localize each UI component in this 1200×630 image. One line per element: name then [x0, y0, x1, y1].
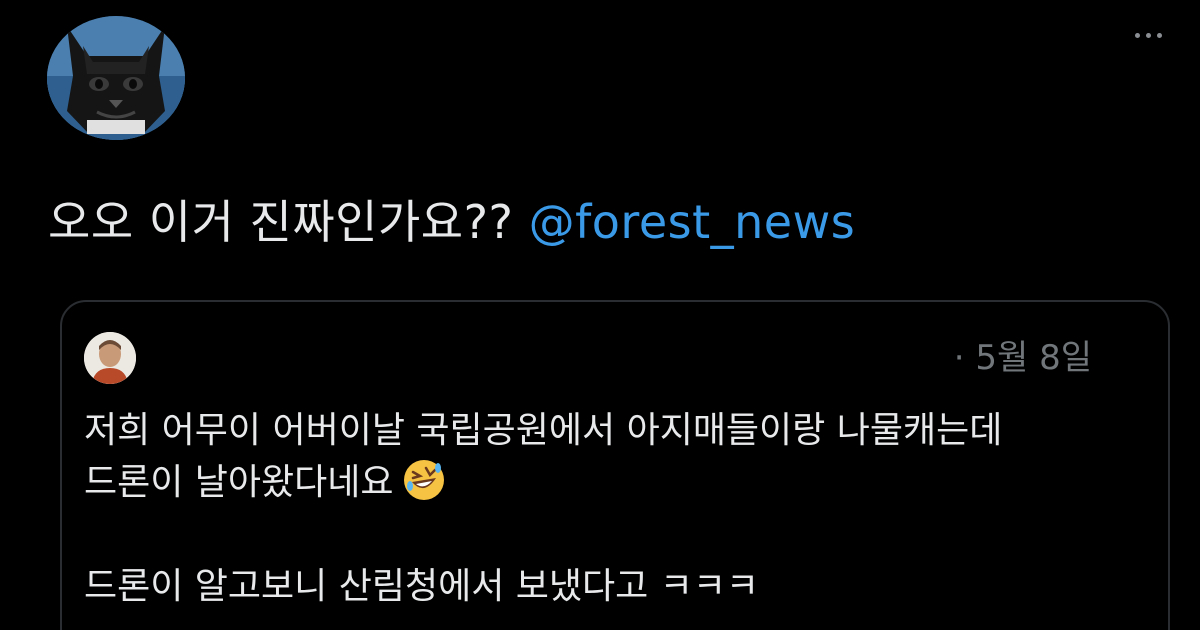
person-avatar-icon[interactable]: [84, 332, 136, 384]
quoted-tweet-body: 저희 어무이 어버이날 국립공원에서 아지매들이랑 나물캐는데 드론이 날아왔다…: [84, 405, 1144, 613]
quoted-line-2-wrapper: 드론이 날아왔다네요: [84, 457, 1144, 509]
more-dot: [1134, 32, 1140, 38]
quoted-tweet-date[interactable]: · 5월 8일: [954, 338, 1092, 378]
cat-avatar-icon[interactable]: [47, 16, 185, 140]
rolling-on-floor-laughing-emoji: [402, 458, 446, 502]
more-dot: [1145, 32, 1151, 38]
mention-link[interactable]: @forest_news: [529, 195, 856, 249]
quoted-line-2: 드론이 날아왔다네요: [84, 462, 394, 503]
more-dot: [1156, 32, 1162, 38]
cat-avatar-image: [47, 16, 185, 140]
person-avatar-image: [84, 332, 136, 384]
tweet-body: 오오 이거 진짜인가요??: [48, 195, 514, 249]
quoted-line-1: 저희 어무이 어버이날 국립공원에서 아지매들이랑 나물캐는데: [84, 410, 1003, 451]
more-options-icon[interactable]: [1126, 20, 1170, 50]
quoted-line-3: 드론이 알고보니 산림청에서 보냈다고 ㅋㅋㅋ: [84, 566, 760, 607]
tweet-screen: 오오 이거 진짜인가요?? @forest_news · 5월 8일 저희 어무…: [0, 0, 1200, 630]
tweet-text: 오오 이거 진짜인가요?? @forest_news: [48, 192, 855, 252]
